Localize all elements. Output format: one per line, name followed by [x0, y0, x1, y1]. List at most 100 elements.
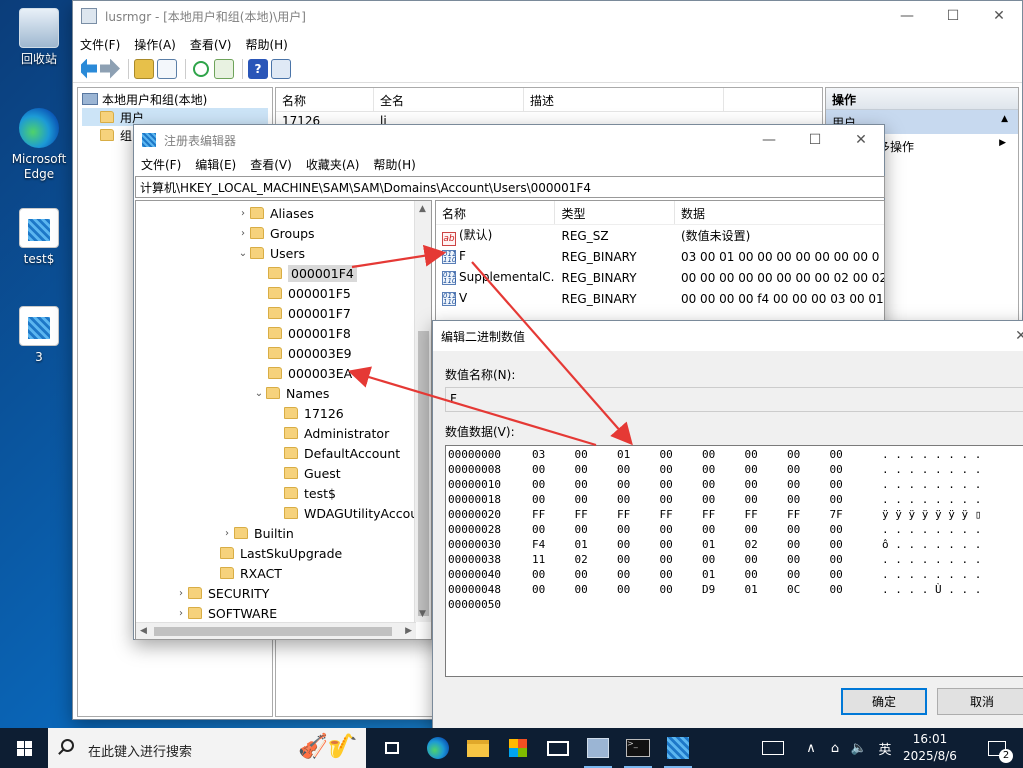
close-button[interactable]: ✕ — [1011, 321, 1023, 351]
regedit-titlebar[interactable]: 注册表编辑器 — ☐ ✕ — [134, 125, 884, 155]
hex-byte[interactable]: 01 — [617, 448, 630, 461]
hex-byte[interactable]: 00 — [745, 523, 758, 536]
hex-byte[interactable]: 00 — [660, 523, 673, 536]
hex-byte[interactable]: 00 — [787, 523, 800, 536]
taskbar-clock[interactable]: 16:01 2025/8/6 — [900, 731, 960, 765]
hex-byte[interactable]: 00 — [532, 583, 545, 596]
registry-value-row[interactable]: 011 110 SupplementalC... REG_BINARY 00 00 … — [436, 267, 884, 288]
ime-indicator[interactable]: 英 — [872, 728, 898, 768]
hex-byte[interactable]: FF — [702, 508, 715, 521]
edge-desktop-icon[interactable]: Microsoft Edge — [4, 108, 74, 182]
export-list-icon[interactable] — [214, 58, 234, 79]
hex-byte[interactable]: 00 — [787, 448, 800, 461]
tree-key-software[interactable]: › SOFTWARE — [174, 603, 277, 623]
hex-byte[interactable]: 7F — [830, 508, 843, 521]
tree-key-000001f4[interactable]: 000001F4 — [268, 263, 357, 283]
mail-taskbar-button[interactable] — [538, 728, 578, 768]
hex-byte[interactable]: 00 — [830, 478, 843, 491]
hex-byte[interactable]: 00 — [575, 463, 588, 476]
tree-key-000001f5[interactable]: 000001F5 — [268, 283, 351, 303]
menu-view[interactable]: 查看(V) — [183, 36, 239, 53]
reg-3-desktop-icon[interactable]: 3 — [4, 306, 74, 365]
help-icon[interactable]: ? — [248, 58, 268, 79]
hex-byte[interactable]: 00 — [830, 583, 843, 596]
hex-byte[interactable]: 00 — [830, 538, 843, 551]
forward-arrow-icon[interactable] — [100, 58, 120, 79]
chevron-right-icon[interactable]: › — [174, 608, 188, 619]
scrollbar-thumb[interactable] — [418, 331, 429, 616]
registry-value-row[interactable]: ab (默认) REG_SZ (数值未设置) — [436, 225, 884, 246]
tree-root[interactable]: 本地用户和组(本地) — [82, 90, 268, 108]
scroll-down-icon[interactable]: ▼ — [419, 609, 426, 619]
file-explorer-taskbar-button[interactable] — [458, 728, 498, 768]
tree-key-names[interactable]: ⌄ Names — [252, 383, 330, 403]
show-hide-tree-icon[interactable] — [157, 58, 177, 79]
hex-byte[interactable]: 00 — [787, 568, 800, 581]
minimize-button[interactable]: — — [746, 125, 792, 155]
hex-byte[interactable]: 00 — [617, 583, 630, 596]
hex-byte[interactable]: F4 — [532, 538, 545, 551]
ok-button[interactable]: 确定 — [841, 688, 927, 715]
recycle-bin-desktop-icon[interactable]: 回收站 — [4, 8, 74, 67]
hex-byte[interactable]: 01 — [702, 538, 715, 551]
chevron-right-icon[interactable]: › — [174, 588, 188, 599]
menu-help[interactable]: 帮助(H) — [238, 36, 294, 53]
store-taskbar-button[interactable] — [498, 728, 538, 768]
hex-byte[interactable]: 00 — [830, 523, 843, 536]
hex-byte[interactable]: 00 — [575, 523, 588, 536]
tree-key-builtin[interactable]: › Builtin — [220, 523, 294, 543]
refresh-icon[interactable] — [193, 60, 209, 77]
hex-byte[interactable]: 00 — [575, 448, 588, 461]
tree-key-users[interactable]: ⌄ Users — [236, 243, 305, 263]
hex-byte[interactable]: 00 — [617, 523, 630, 536]
hex-byte[interactable]: 00 — [575, 493, 588, 506]
hex-byte[interactable]: FF — [532, 508, 545, 521]
dialog-titlebar[interactable]: 编辑二进制数值 ✕ — [433, 321, 1023, 351]
scroll-right-icon[interactable]: ▶ — [405, 626, 412, 636]
hex-byte[interactable]: 00 — [745, 478, 758, 491]
hex-byte[interactable]: 00 — [787, 478, 800, 491]
hex-byte[interactable]: 00 — [702, 448, 715, 461]
maximize-button[interactable]: ☐ — [792, 125, 838, 155]
hex-byte[interactable]: 01 — [745, 583, 758, 596]
hex-byte[interactable]: 11 — [532, 553, 545, 566]
hex-byte[interactable]: 02 — [745, 538, 758, 551]
volume-icon[interactable]: 🔈 — [848, 728, 870, 768]
hex-byte[interactable]: 03 — [532, 448, 545, 461]
hex-byte[interactable]: 00 — [787, 553, 800, 566]
hex-byte[interactable]: 00 — [532, 463, 545, 476]
column-name[interactable]: 名称 — [436, 201, 556, 224]
hex-byte[interactable]: 00 — [532, 493, 545, 506]
hex-byte[interactable]: 00 — [575, 568, 588, 581]
hex-byte[interactable]: 00 — [660, 538, 673, 551]
tree-key-groups[interactable]: › Groups — [236, 223, 315, 243]
tree-key-name-administrator[interactable]: Administrator — [284, 423, 389, 443]
tree-horizontal-scrollbar[interactable]: ◀ ▶ — [136, 622, 416, 639]
hex-byte[interactable]: 00 — [617, 463, 630, 476]
hex-byte[interactable]: 00 — [830, 463, 843, 476]
up-folder-icon[interactable] — [134, 58, 154, 79]
column-fullname[interactable]: 全名 — [374, 88, 524, 111]
menu-view[interactable]: 查看(V) — [243, 156, 299, 173]
hex-byte[interactable]: 00 — [617, 478, 630, 491]
hex-byte[interactable]: 00 — [660, 583, 673, 596]
hex-byte[interactable]: 02 — [575, 553, 588, 566]
back-arrow-icon[interactable] — [77, 58, 97, 79]
computer-management-taskbar-button[interactable] — [578, 728, 618, 768]
taskbar-search[interactable]: 在此键入进行搜索 🎻🎷 — [48, 728, 366, 768]
hex-byte[interactable]: FF — [575, 508, 588, 521]
hex-byte[interactable]: 00 — [702, 553, 715, 566]
hex-byte[interactable]: 00 — [660, 553, 673, 566]
tree-key-000003e9[interactable]: 000003E9 — [268, 343, 352, 363]
hex-byte[interactable]: 00 — [617, 553, 630, 566]
tree-vertical-scrollbar[interactable]: ▲ ▼ — [414, 201, 431, 622]
hex-byte[interactable]: 00 — [617, 493, 630, 506]
hex-byte[interactable]: FF — [660, 508, 673, 521]
hex-byte[interactable]: 00 — [660, 568, 673, 581]
regedit-taskbar-button[interactable] — [658, 728, 698, 768]
menu-favorites[interactable]: 收藏夹(A) — [299, 156, 367, 173]
hex-byte[interactable]: 00 — [745, 448, 758, 461]
cancel-button[interactable]: 取消 — [937, 688, 1023, 715]
hex-byte[interactable]: 00 — [830, 493, 843, 506]
registry-value-row[interactable]: 011 110 V REG_BINARY 00 00 00 00 f4 00 00 … — [436, 288, 884, 309]
